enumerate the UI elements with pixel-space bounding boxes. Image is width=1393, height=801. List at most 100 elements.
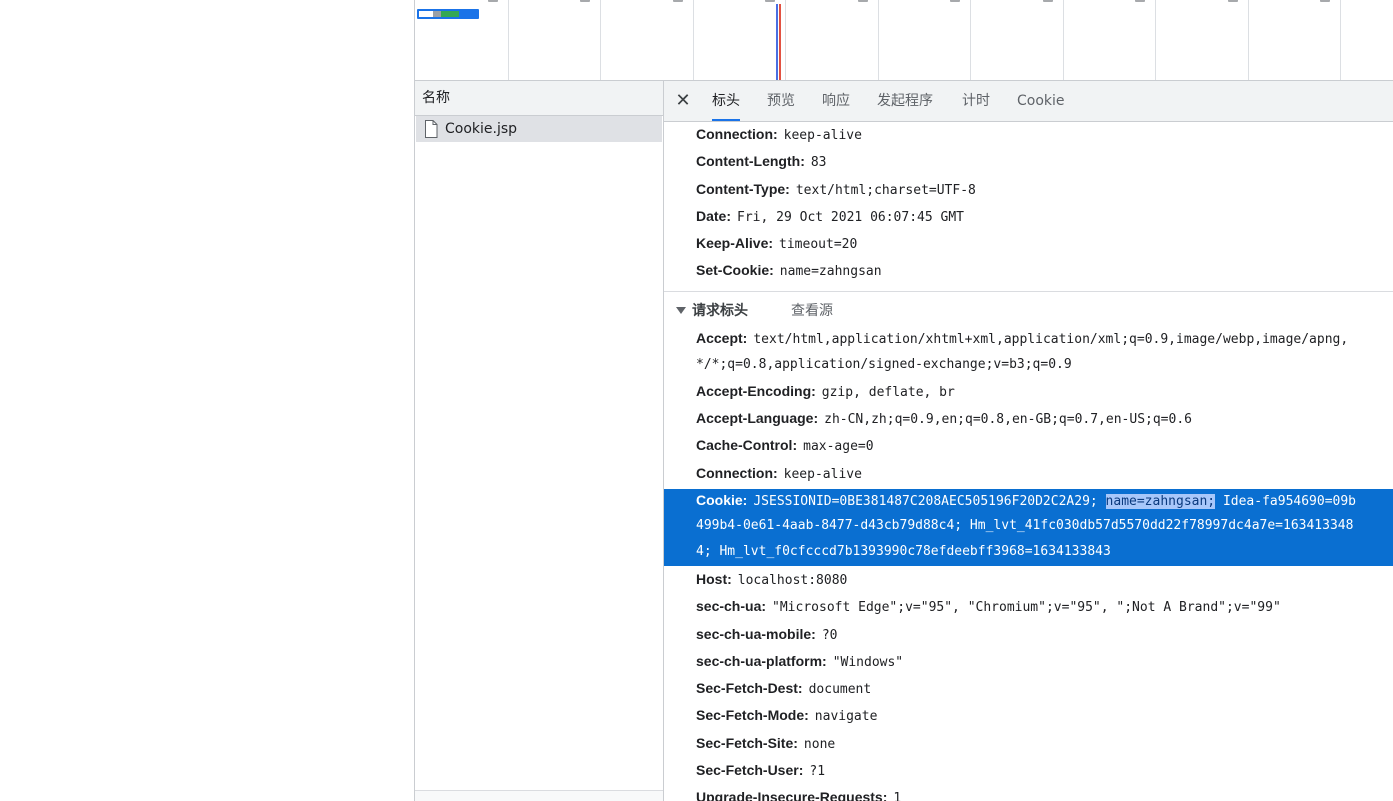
request-header-row[interactable]: Cache-Control: max-age=0 bbox=[696, 437, 874, 454]
timeline-gridline bbox=[878, 0, 879, 80]
header-value: timeout=20 bbox=[779, 237, 858, 252]
header-value: keep-alive bbox=[783, 467, 862, 482]
dom-content-loaded-marker bbox=[776, 4, 778, 80]
timeline-gridline bbox=[508, 0, 509, 80]
tab-timing[interactable]: 计时 bbox=[962, 81, 990, 121]
timeline-tick-label bbox=[1320, 0, 1330, 4]
request-header-row[interactable]: Upgrade-Insecure-Requests: 1 bbox=[696, 789, 901, 801]
timeline-gridline bbox=[970, 0, 971, 80]
cookie-line: Cookie: JSESSIONID=0BE381487C208AEC505196… bbox=[696, 492, 1356, 509]
timeline-gridline bbox=[1340, 0, 1341, 80]
tab-response[interactable]: 响应 bbox=[822, 81, 850, 121]
header-value: zh-CN,zh;q=0.9,en;q=0.8,en-GB;q=0.7,en-U… bbox=[824, 412, 1192, 427]
request-header-row[interactable]: Sec-Fetch-Site: none bbox=[696, 735, 835, 752]
document-icon bbox=[425, 120, 438, 138]
timeline-gridline bbox=[1248, 0, 1249, 80]
header-value: "Windows" bbox=[832, 655, 904, 670]
header-name: Cache-Control: bbox=[696, 437, 798, 453]
header-name: Content-Type: bbox=[696, 181, 790, 197]
waterfall-segment bbox=[433, 11, 441, 17]
header-name: Cookie: bbox=[696, 492, 748, 508]
network-overview-timeline[interactable] bbox=[415, 0, 1393, 80]
waterfall-segment bbox=[441, 11, 459, 17]
header-name: Host: bbox=[696, 571, 732, 587]
cookie-header-selected[interactable]: Cookie: JSESSIONID=0BE381487C208AEC505196… bbox=[664, 489, 1393, 566]
tab-cookies[interactable]: Cookie bbox=[1017, 81, 1065, 121]
header-name: Set-Cookie: bbox=[696, 262, 774, 278]
header-name: Sec-Fetch-Dest: bbox=[696, 680, 803, 696]
timeline-tick-label bbox=[580, 0, 590, 4]
request-waterfall-bar[interactable] bbox=[417, 9, 479, 19]
header-name: sec-ch-ua-mobile: bbox=[696, 626, 816, 642]
header-name: Accept-Language: bbox=[696, 410, 819, 426]
request-header-row[interactable]: Accept-Language: zh-CN,zh;q=0.9,en;q=0.8,… bbox=[696, 410, 1192, 427]
tab-preview[interactable]: 预览 bbox=[767, 81, 795, 121]
header-value: ?1 bbox=[809, 764, 826, 779]
header-name: Sec-Fetch-Mode: bbox=[696, 707, 809, 723]
response-header-row[interactable]: Keep-Alive: timeout=20 bbox=[696, 235, 857, 252]
cookie-text-selection[interactable]: name=zahngsan; bbox=[1105, 494, 1216, 509]
request-header-row[interactable]: Sec-Fetch-User: ?1 bbox=[696, 762, 825, 779]
waterfall-segment bbox=[419, 11, 433, 17]
timeline-gridline bbox=[1063, 0, 1064, 80]
header-value: document bbox=[808, 682, 872, 697]
timeline-gridline bbox=[1155, 0, 1156, 80]
request-header-row[interactable]: Host: localhost:8080 bbox=[696, 571, 847, 588]
header-name: Upgrade-Insecure-Requests: bbox=[696, 789, 888, 801]
request-header-row[interactable]: Accept: text/html,application/xhtml+xml,a… bbox=[696, 330, 1348, 347]
request-header-row[interactable]: sec-ch-ua-platform: "Windows" bbox=[696, 653, 903, 670]
header-name: sec-ch-ua: bbox=[696, 598, 767, 614]
timeline-tick-label bbox=[1043, 0, 1053, 4]
triangle-down-icon bbox=[676, 306, 686, 314]
header-value: gzip, deflate, br bbox=[821, 385, 955, 400]
timeline-tick-label bbox=[765, 0, 775, 4]
tab-headers[interactable]: 标头 bbox=[712, 81, 740, 121]
cookie-line: 4; Hm_lvt_f0cfcccd7b1393990c78efdeebff39… bbox=[696, 544, 1111, 559]
header-value: ?0 bbox=[821, 628, 838, 643]
request-header-row[interactable]: Sec-Fetch-Dest: document bbox=[696, 680, 871, 697]
close-icon[interactable]: ✕ bbox=[674, 91, 692, 111]
request-list: 名称 Cookie.jsp bbox=[415, 81, 663, 801]
timeline-tick-label bbox=[950, 0, 960, 4]
header-value: text/html,application/xhtml+xml,applicat… bbox=[753, 332, 1349, 347]
header-value: localhost:8080 bbox=[737, 573, 848, 588]
header-name: sec-ch-ua-platform: bbox=[696, 653, 827, 669]
devtools-network-panel: 名称 Cookie.jsp ✕ 标头 预览 响应 发起程序 计时 Cookie … bbox=[0, 0, 1393, 801]
details-tabbar: ✕ 标头 预览 响应 发起程序 计时 Cookie bbox=[664, 81, 1393, 122]
request-header-row-continued[interactable]: */*;q=0.8,application/signed-exchange;v=… bbox=[696, 356, 1072, 372]
header-name: Accept-Encoding: bbox=[696, 383, 816, 399]
header-value: "Microsoft Edge";v="95", "Chromium";v="9… bbox=[772, 600, 1281, 615]
header-name: Connection: bbox=[696, 126, 778, 142]
blank-area bbox=[0, 0, 414, 801]
name-column-header[interactable]: 名称 bbox=[415, 81, 663, 116]
request-header-row[interactable]: Connection: keep-alive bbox=[696, 465, 862, 482]
header-name: Keep-Alive: bbox=[696, 235, 774, 251]
request-header-row[interactable]: sec-ch-ua: "Microsoft Edge";v="95", "Chro… bbox=[696, 598, 1281, 615]
header-value: text/html;charset=UTF-8 bbox=[795, 183, 976, 198]
request-headers-section-toggle[interactable]: 请求标头 bbox=[676, 300, 748, 320]
section-divider bbox=[664, 291, 1393, 292]
cookie-value-part: Idea-fa954690=09b bbox=[1215, 494, 1357, 509]
request-header-row[interactable]: Sec-Fetch-Mode: navigate bbox=[696, 707, 877, 724]
header-value: Fri, 29 Oct 2021 06:07:45 GMT bbox=[737, 210, 964, 225]
header-name: Content-Length: bbox=[696, 153, 805, 169]
response-header-row[interactable]: Set-Cookie: name=zahngsan bbox=[696, 262, 882, 279]
horizontal-scrollbar[interactable] bbox=[415, 790, 663, 801]
timeline-gridline bbox=[600, 0, 601, 80]
response-header-row[interactable]: Content-Type: text/html;charset=UTF-8 bbox=[696, 181, 976, 198]
request-row[interactable]: Cookie.jsp bbox=[416, 116, 662, 142]
timeline-tick-label bbox=[673, 0, 683, 4]
tab-initiator[interactable]: 发起程序 bbox=[877, 81, 933, 121]
response-header-row[interactable]: Content-Length: 83 bbox=[696, 153, 827, 170]
request-name: Cookie.jsp bbox=[445, 121, 518, 137]
response-header-row[interactable]: Date: Fri, 29 Oct 2021 06:07:45 GMT bbox=[696, 208, 964, 225]
header-value: 83 bbox=[810, 155, 827, 170]
response-header-row[interactable]: Connection: keep-alive bbox=[696, 126, 862, 143]
header-value: max-age=0 bbox=[803, 439, 874, 454]
cookie-value-part: JSESSIONID=0BE381487C208AEC505196F20D2C2… bbox=[753, 494, 1106, 509]
timeline-tick-label bbox=[488, 0, 498, 4]
request-header-row[interactable]: sec-ch-ua-mobile: ?0 bbox=[696, 626, 837, 643]
header-value: navigate bbox=[814, 709, 878, 724]
request-header-row[interactable]: Accept-Encoding: gzip, deflate, br bbox=[696, 383, 955, 400]
view-source-link[interactable]: 查看源 bbox=[791, 300, 833, 320]
